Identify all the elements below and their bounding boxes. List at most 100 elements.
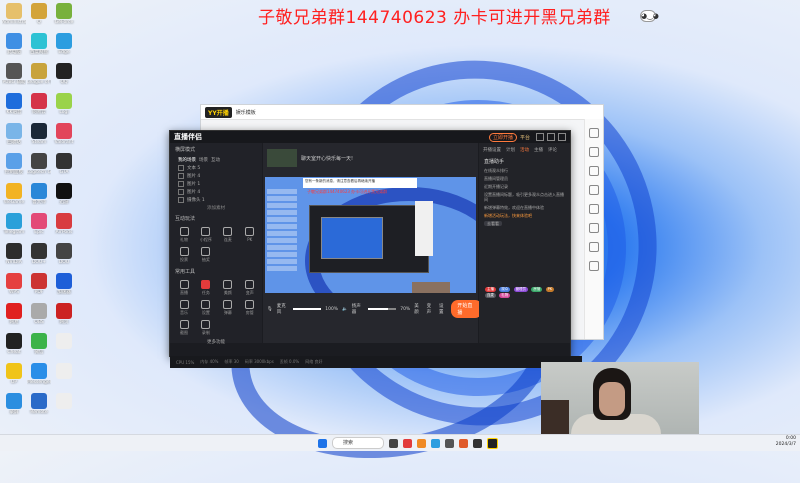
assistant-item[interactable]: 在线观众排行	[484, 168, 565, 173]
yy-side-icon[interactable]	[589, 204, 599, 214]
start-icon[interactable]	[318, 438, 327, 448]
desktop-icon[interactable]: Logi	[52, 92, 76, 124]
tool-music[interactable]: 音乐	[174, 300, 194, 316]
app-icon[interactable]	[417, 438, 426, 448]
desktop-icon[interactable]: Logitech G HUB	[27, 152, 51, 184]
visibility-icon[interactable]	[178, 189, 184, 195]
pill[interactable]: 房管	[531, 287, 543, 292]
yy-side-icon[interactable]	[589, 242, 599, 252]
desktop-icon[interactable]: 百度网盘	[27, 32, 51, 64]
desktop-icon[interactable]: 网易云	[27, 92, 51, 124]
desktop-icon[interactable]: 鲁大师	[27, 182, 51, 214]
close-icon[interactable]	[558, 133, 566, 141]
desktop-icon[interactable]: 网易	[2, 302, 26, 334]
pill[interactable]: 观众	[499, 287, 511, 292]
pill[interactable]: PK	[545, 287, 555, 292]
stream-preview[interactable]: 您有一条新的消息，请注意查看后再继续开播 子敬兄弟群144740623 办卡可进…	[265, 177, 476, 293]
yy-side-icon[interactable]	[589, 166, 599, 176]
scene-item[interactable]: 摄像头 1	[170, 196, 262, 204]
desktop-icon[interactable]: 加速器	[52, 272, 76, 304]
pill[interactable]: 管理员	[513, 287, 529, 292]
app-icon[interactable]	[445, 438, 454, 448]
taskview-icon[interactable]	[389, 438, 398, 448]
tool-pk[interactable]: PK	[240, 227, 260, 242]
scene-item[interactable]: 图片 1	[170, 180, 262, 188]
desktop-icon[interactable]: 录屏	[2, 392, 26, 424]
yy-taskbar-icon[interactable]	[487, 437, 498, 449]
desktop-icon[interactable]: 此电脑	[2, 32, 26, 64]
desktop-icon[interactable]	[52, 362, 76, 394]
desktop-icon[interactable]: OP	[2, 362, 26, 394]
beauty-button[interactable]: 美颜	[414, 303, 422, 315]
tool-live[interactable]: 直播	[174, 280, 194, 296]
tab-my-scene[interactable]: 我的场景	[178, 157, 196, 163]
tool-beauty[interactable]: 美颜	[218, 280, 238, 296]
desktop-icon[interactable]: WPS	[2, 272, 26, 304]
visibility-icon[interactable]	[178, 173, 184, 179]
taskbar-search[interactable]: 搜索	[332, 437, 384, 449]
activity-link[interactable]: 去看看	[484, 221, 565, 226]
settings-button[interactable]: 设置	[439, 303, 447, 315]
system-tray-clock[interactable]: 0:00 2024/3/7	[776, 436, 796, 448]
speaker-icon[interactable]: 🔈	[342, 307, 348, 312]
yy-side-icon[interactable]	[589, 223, 599, 233]
desktop-icon[interactable]: PDF	[27, 272, 51, 304]
start-live-button[interactable]: 开始直播	[451, 300, 482, 318]
tool-voice[interactable]: 变声	[240, 280, 260, 296]
scene-item[interactable]: 图片 4	[170, 172, 262, 180]
assistant-item[interactable]: 直播间管理员	[484, 176, 565, 181]
desktop-icon[interactable]: Valorant	[52, 122, 76, 154]
yy-side-icon[interactable]	[589, 147, 599, 157]
mic-icon[interactable]: 🎙	[267, 307, 273, 312]
tab-live-settings[interactable]: 开播设置	[483, 147, 501, 153]
speaker-slider[interactable]	[368, 308, 397, 310]
desktop-icon[interactable]: DOU+	[27, 242, 51, 274]
desktop-icon[interactable]: 回收站	[2, 122, 26, 154]
desktop-icon[interactable]: AirPods	[52, 212, 76, 244]
tab-comments[interactable]: 评论	[548, 147, 557, 153]
desktop-icon[interactable]: Messenger	[27, 362, 51, 394]
platform-button[interactable]: 平台	[520, 134, 530, 141]
pill[interactable]: 主播	[485, 287, 496, 292]
desktop-icon[interactable]: Cheat	[2, 332, 26, 364]
mode-select[interactable]: 横屏模式	[170, 143, 262, 156]
desktop-icon[interactable]: PUBG 辅助	[2, 62, 26, 94]
mic-slider[interactable]	[293, 308, 322, 310]
desktop-icon[interactable]	[52, 332, 76, 364]
desktop-icon[interactable]: Remote	[27, 392, 51, 424]
app-icon[interactable]	[431, 438, 440, 448]
tool-vote[interactable]: 投票	[174, 247, 194, 263]
desktop-icon[interactable]: League of Legends	[27, 62, 51, 94]
desktop-icon[interactable]: 微信	[27, 332, 51, 364]
tool-settings[interactable]: 设置	[196, 300, 216, 316]
scene-item[interactable]: 图片 4	[170, 188, 262, 196]
yy-side-icon[interactable]	[589, 261, 599, 271]
desktop-icon[interactable]: 网页	[52, 302, 76, 334]
desktop-icon[interactable]: WeGame	[2, 182, 26, 214]
tab-plan[interactable]: 计划	[506, 147, 515, 153]
tool-record[interactable]: 录制	[196, 320, 216, 336]
visibility-icon[interactable]	[178, 165, 184, 171]
cover-thumbnail[interactable]	[267, 149, 297, 167]
tool-screenshot[interactable]: 截图	[174, 320, 194, 336]
streaming-app-window[interactable]: 直播伴侣 立即开播 平台 横屏模式 我的场景 场景 互动 文本 5 图片 4 图…	[169, 130, 582, 368]
stream-topic[interactable]: 聊天室开心快乐每一天!	[301, 155, 353, 162]
scene-item[interactable]: 文本 5	[170, 164, 262, 172]
assistant-item[interactable]: 近期开播记录	[484, 184, 565, 189]
voice-change-button[interactable]: 变声	[427, 303, 435, 315]
tool-gift[interactable]: 礼物	[174, 227, 194, 243]
desktop-icon[interactable]: 控制面板	[2, 152, 26, 184]
more-features-button[interactable]: 更多功能	[170, 338, 262, 346]
pill[interactable]: 礼物	[499, 293, 511, 298]
tool-lottery[interactable]: 抽奖	[196, 247, 216, 263]
visibility-icon[interactable]	[178, 197, 184, 203]
desktop-icon[interactable]: Steam	[27, 122, 51, 154]
desktop-icon[interactable]: QQ	[52, 62, 76, 94]
activity-highlight[interactable]: 新增活动玩法，快来体验吧	[484, 213, 565, 218]
desktop-icon[interactable]: Q	[27, 2, 51, 34]
desktop-icon[interactable]: Edge	[52, 32, 76, 64]
app-icon[interactable]	[403, 438, 412, 448]
desktop-icon[interactable]: Epic	[27, 212, 51, 244]
desktop-icon[interactable]: NVIDIA	[2, 242, 26, 274]
add-source-button[interactable]: 添加素材	[170, 204, 262, 212]
